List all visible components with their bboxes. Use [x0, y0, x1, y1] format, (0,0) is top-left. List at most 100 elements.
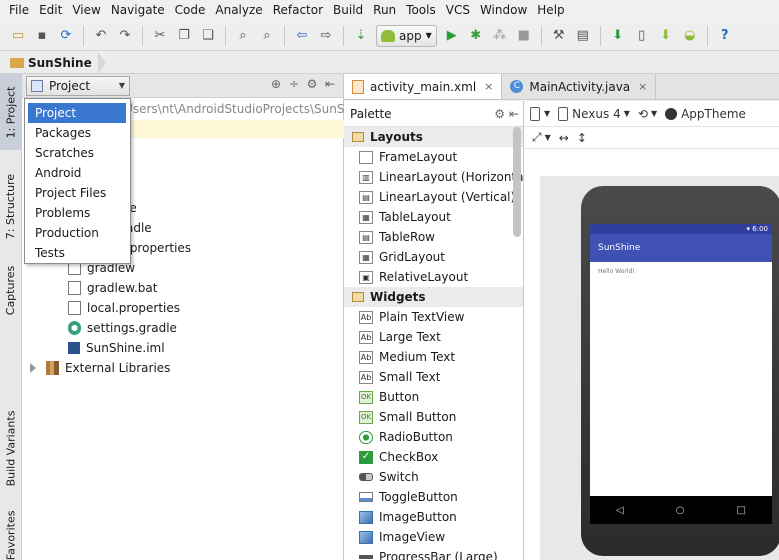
- fit-height-button[interactable]: ↕: [577, 131, 587, 145]
- palette-item-button[interactable]: OK Button: [344, 387, 523, 407]
- palette-item-small-button[interactable]: OK Small Button: [344, 407, 523, 427]
- breadcrumb-project[interactable]: SunShine: [28, 56, 92, 70]
- palette-item-large-text[interactable]: Ab Large Text: [344, 327, 523, 347]
- palette-item-checkbox[interactable]: ✓ CheckBox: [344, 447, 523, 467]
- tree-item-external-libraries[interactable]: External Libraries: [30, 358, 170, 378]
- tab-project[interactable]: 1: Project: [0, 74, 22, 150]
- palette-item-gridlayout[interactable]: ▦ GridLayout: [344, 247, 523, 267]
- tab-captures[interactable]: Captures: [0, 260, 22, 320]
- device-config-button[interactable]: ▼: [530, 106, 550, 121]
- expand-arrow-icon[interactable]: [30, 363, 36, 373]
- scroll-from-source-icon[interactable]: ⊕: [267, 77, 285, 91]
- android-device-monitor-icon[interactable]: ⬇: [656, 26, 676, 46]
- palette-item-linearlayout-horizontal[interactable]: ▥ LinearLayout (Horizontal): [344, 167, 523, 187]
- cut-icon[interactable]: ✂: [150, 26, 170, 46]
- tab-favorites[interactable]: 2: Favorites: [0, 510, 22, 560]
- palette-item-imagebutton[interactable]: ImageButton: [344, 507, 523, 527]
- palette-item-relativelayout[interactable]: ▣ RelativeLayout: [344, 267, 523, 287]
- orientation-button[interactable]: ⟲ ▼: [638, 107, 657, 121]
- gradle-sync-icon[interactable]: ⬇: [608, 26, 628, 46]
- make-project-icon[interactable]: ⇣: [351, 26, 371, 46]
- menu-vcs[interactable]: VCS: [441, 0, 475, 21]
- palette-section-layouts[interactable]: Layouts: [344, 127, 523, 147]
- menu-analyze[interactable]: Analyze: [210, 0, 267, 21]
- device-screen[interactable]: ▾ 6:00 SunShine Hello World!: [590, 224, 772, 496]
- tree-item-settings-gradle[interactable]: settings.gradle: [68, 318, 177, 338]
- tab-mainactivity-java[interactable]: C MainActivity.java ×: [502, 74, 657, 99]
- dropdown-option-tests[interactable]: Tests: [28, 243, 126, 263]
- open-folder-icon[interactable]: ▭: [8, 26, 28, 46]
- palette-item-medium-text[interactable]: Ab Medium Text: [344, 347, 523, 367]
- device-select[interactable]: Nexus 4 ▼: [558, 106, 630, 121]
- tree-item-gradlew-bat[interactable]: gradlew.bat: [68, 278, 157, 298]
- sdk-manager-icon[interactable]: ▤: [573, 26, 593, 46]
- tab-structure[interactable]: 7: Structure: [0, 166, 22, 246]
- avd-manager-icon[interactable]: ▯: [632, 26, 652, 46]
- menu-code[interactable]: Code: [170, 0, 211, 21]
- fit-width-button[interactable]: ↔: [559, 131, 569, 145]
- tree-item-sunshine-iml[interactable]: SunShine.iml: [68, 338, 165, 358]
- tree-item-partial[interactable]: .properties: [126, 238, 191, 258]
- palette-item-framelayout[interactable]: FrameLayout: [344, 147, 523, 167]
- hide-panel-icon[interactable]: ⇤: [509, 107, 519, 121]
- menu-refactor[interactable]: Refactor: [268, 0, 328, 21]
- palette-item-tablerow[interactable]: ▤ TableRow: [344, 227, 523, 247]
- help-icon[interactable]: ?: [715, 26, 735, 46]
- android-sdk-icon[interactable]: ◒: [680, 26, 700, 46]
- palette-item-tablelayout[interactable]: ▦ TableLayout: [344, 207, 523, 227]
- redo-icon[interactable]: ↷: [115, 26, 135, 46]
- menu-view[interactable]: View: [67, 0, 105, 21]
- project-view-select[interactable]: Project ▼: [26, 75, 130, 96]
- collapse-all-icon[interactable]: ÷: [285, 77, 303, 91]
- palette-item-progressbar-large[interactable]: ProgressBar (Large): [344, 547, 523, 560]
- close-icon[interactable]: ×: [638, 80, 647, 93]
- palette-item-plain-textview[interactable]: Ab Plain TextView: [344, 307, 523, 327]
- hello-textview[interactable]: Hello World!: [590, 262, 772, 281]
- hide-panel-icon[interactable]: ⇤: [321, 77, 339, 91]
- copy-icon[interactable]: ❐: [174, 26, 194, 46]
- dropdown-option-packages[interactable]: Packages: [28, 123, 126, 143]
- stop-icon[interactable]: ■: [514, 26, 534, 46]
- tab-build-variants[interactable]: Build Variants: [0, 400, 22, 496]
- menu-navigate[interactable]: Navigate: [106, 0, 170, 21]
- run-configuration-select[interactable]: app ▼: [376, 24, 437, 47]
- theme-select[interactable]: AppTheme: [665, 107, 746, 121]
- sync-icon[interactable]: ⟳: [56, 26, 76, 46]
- palette-section-widgets[interactable]: Widgets: [344, 287, 523, 307]
- project-structure-icon[interactable]: ⚒: [549, 26, 569, 46]
- dropdown-option-android[interactable]: Android: [28, 163, 126, 183]
- gear-icon[interactable]: ⚙: [494, 107, 505, 121]
- menu-run[interactable]: Run: [368, 0, 401, 21]
- tab-activity-main-xml[interactable]: activity_main.xml ×: [344, 74, 503, 99]
- tree-item-local-properties[interactable]: local.properties: [68, 298, 180, 318]
- menu-window[interactable]: Window: [475, 0, 532, 21]
- find-icon[interactable]: ⌕: [233, 26, 253, 46]
- close-icon[interactable]: ×: [484, 80, 493, 93]
- dropdown-option-problems[interactable]: Problems: [28, 203, 126, 223]
- palette-item-linearlayout-vertical[interactable]: ▤ LinearLayout (Vertical): [344, 187, 523, 207]
- palette-scrollbar[interactable]: [513, 127, 521, 237]
- palette-item-switch[interactable]: Switch: [344, 467, 523, 487]
- dropdown-option-production[interactable]: Production: [28, 223, 126, 243]
- replace-icon[interactable]: ⌕: [257, 26, 277, 46]
- menu-help[interactable]: Help: [532, 0, 569, 21]
- dropdown-option-scratches[interactable]: Scratches: [28, 143, 126, 163]
- attach-debugger-icon[interactable]: ⁂: [490, 26, 510, 46]
- save-icon[interactable]: ▪: [32, 26, 52, 46]
- palette-item-radiobutton[interactable]: RadioButton: [344, 427, 523, 447]
- paste-icon[interactable]: ❏: [198, 26, 218, 46]
- menu-edit[interactable]: Edit: [34, 0, 67, 21]
- menu-file[interactable]: File: [4, 0, 34, 21]
- debug-icon[interactable]: ✱: [466, 26, 486, 46]
- palette-item-togglebutton[interactable]: ToggleButton: [344, 487, 523, 507]
- back-icon[interactable]: ⇦: [292, 26, 312, 46]
- dropdown-option-project-files[interactable]: Project Files: [28, 183, 126, 203]
- menu-tools[interactable]: Tools: [401, 0, 441, 21]
- forward-icon[interactable]: ⇨: [316, 26, 336, 46]
- run-icon[interactable]: ▶: [442, 26, 462, 46]
- palette-item-imageview[interactable]: ImageView: [344, 527, 523, 547]
- menu-build[interactable]: Build: [328, 0, 368, 21]
- dropdown-option-project[interactable]: Project: [28, 103, 126, 123]
- undo-icon[interactable]: ↶: [91, 26, 111, 46]
- palette-item-small-text[interactable]: Ab Small Text: [344, 367, 523, 387]
